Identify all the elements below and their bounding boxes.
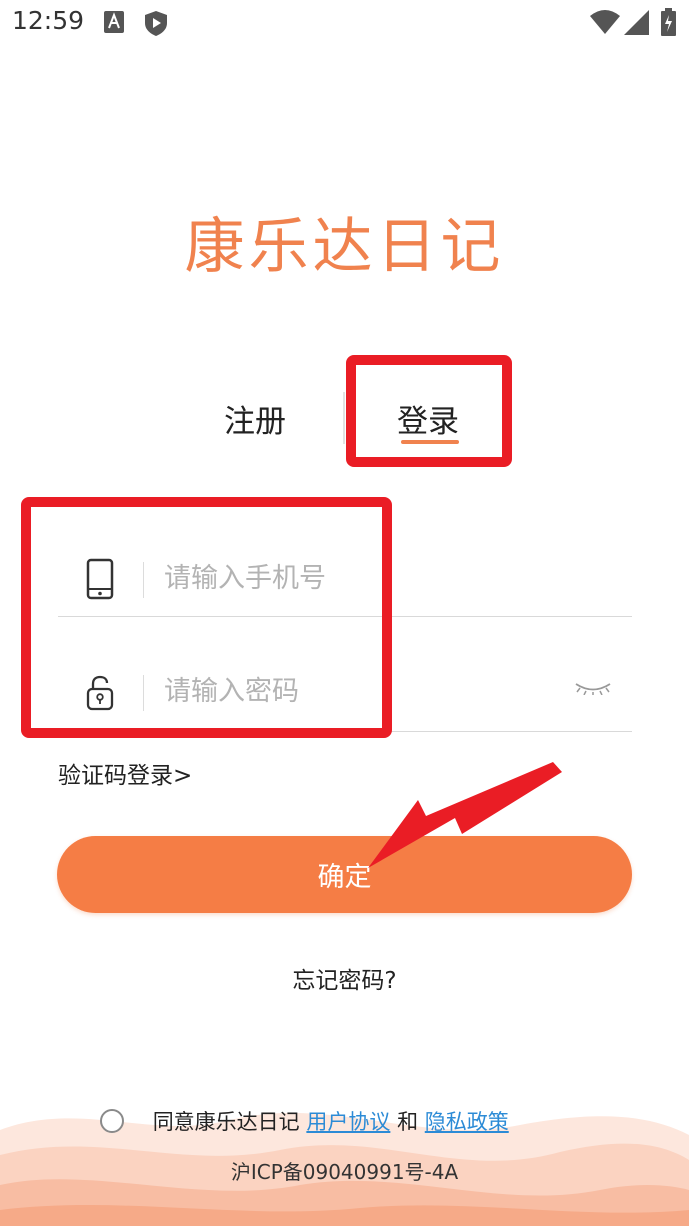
highlight-box-form bbox=[21, 497, 392, 738]
privacy-policy-link[interactable]: 隐私政策 bbox=[425, 1110, 509, 1134]
wifi-icon bbox=[590, 10, 620, 34]
icp-record: 沪ICP备09040991号-4A bbox=[230, 1160, 459, 1184]
app-logo: 康乐达日记 bbox=[184, 212, 505, 282]
sms-login-link[interactable]: 验证码登录> bbox=[58, 756, 192, 790]
tab-divider bbox=[343, 392, 345, 444]
user-agreement-link[interactable]: 用户协议 bbox=[306, 1110, 390, 1134]
agreement-checkbox[interactable] bbox=[100, 1109, 124, 1133]
forgot-password-link[interactable]: 忘记密码? bbox=[0, 961, 689, 995]
status-bar: 12:59 bbox=[0, 0, 689, 48]
shield-play-icon bbox=[145, 11, 167, 36]
agreement-row: 同意康乐达日记 用户协议 和 隐私政策 bbox=[100, 1106, 509, 1136]
cell-signal-icon bbox=[624, 10, 649, 35]
tab-register[interactable]: 注册 bbox=[224, 396, 286, 441]
eye-closed-icon[interactable] bbox=[574, 681, 612, 695]
agreement-prefix: 同意康乐达日记 bbox=[152, 1110, 300, 1134]
a-notification-icon bbox=[104, 11, 124, 33]
status-time: 12:59 bbox=[12, 6, 85, 35]
highlight-box-login-tab bbox=[346, 355, 512, 467]
confirm-button[interactable]: 确定 bbox=[57, 836, 632, 913]
agreement-and: 和 bbox=[397, 1110, 419, 1134]
battery-icon bbox=[661, 8, 676, 36]
